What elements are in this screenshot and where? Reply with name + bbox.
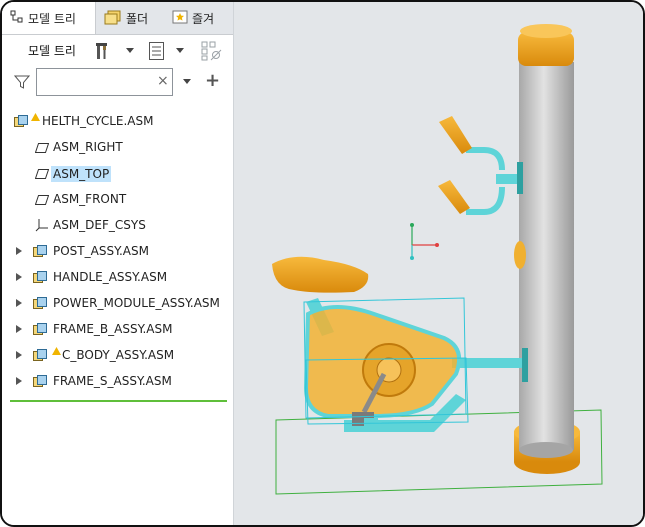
assembly-icon xyxy=(33,271,47,283)
tree-item-frame-s-assy[interactable]: FRAME_S_ASSY.ASM xyxy=(2,369,233,395)
tree-item-asm-front[interactable]: ASM_FRONT xyxy=(2,187,233,213)
expand-arrow-icon[interactable] xyxy=(16,247,22,255)
tree-item-label: FRAME_B_ASSY.ASM xyxy=(53,322,173,336)
chevron-down-icon[interactable] xyxy=(126,48,134,53)
chevron-down-icon[interactable] xyxy=(183,79,191,84)
expand-arrow-icon[interactable] xyxy=(16,351,22,359)
datum-plane-icon xyxy=(35,143,49,153)
tab-model-tree[interactable]: 모델 트리 xyxy=(2,2,96,34)
csys-icon xyxy=(35,219,48,232)
tree-item-asm-top[interactable]: ASM_TOP xyxy=(2,161,233,187)
tools-icon[interactable] xyxy=(94,41,114,65)
expand-arrow-icon[interactable] xyxy=(16,325,22,333)
model-graphics[interactable] xyxy=(234,2,643,525)
add-icon[interactable]: + xyxy=(205,70,220,91)
warning-icon xyxy=(52,347,61,355)
model-tree-icon xyxy=(10,10,24,27)
assembly-icon xyxy=(33,323,47,335)
tab-label: 즐겨 xyxy=(192,11,215,26)
assembly-icon xyxy=(33,375,47,387)
tension-knob[interactable] xyxy=(514,241,526,269)
tab-folder[interactable]: 폴더 xyxy=(104,2,164,34)
datum-plane-icon xyxy=(35,169,49,179)
handle-assembly[interactable] xyxy=(438,116,523,215)
model-tree-toolbar: 모델 트리 xyxy=(2,35,233,65)
clear-icon[interactable]: × xyxy=(157,73,169,89)
tree-item-label: C_BODY_ASSY.ASM xyxy=(62,348,175,362)
model-tree-label: 모델 트리 xyxy=(28,44,76,58)
assembly-icon xyxy=(33,245,47,257)
panel-tabbar: 모델 트리 폴더 즐겨 xyxy=(2,2,233,35)
search-input[interactable] xyxy=(36,68,173,96)
assembly-icon xyxy=(14,115,28,127)
warning-icon xyxy=(31,113,40,121)
tree-item-handle-assy[interactable]: HANDLE_ASSY.ASM xyxy=(2,265,233,291)
csys-glyph xyxy=(410,223,439,260)
tab-favorites[interactable]: 즐겨 xyxy=(172,2,233,34)
drop-insert-line xyxy=(10,400,227,402)
3d-viewport[interactable] xyxy=(234,2,643,525)
tree-item-frame-b-assy[interactable]: FRAME_B_ASSY.ASM xyxy=(2,317,233,343)
expand-arrow-icon[interactable] xyxy=(16,299,22,307)
column-filter-icon[interactable] xyxy=(200,40,222,66)
tree-root[interactable]: HELTH_CYCLE.ASM xyxy=(2,109,233,135)
list-columns-icon[interactable] xyxy=(148,41,166,65)
tree-item-label: ASM_DEF_CSYS xyxy=(53,218,146,232)
expand-arrow-icon[interactable] xyxy=(16,273,22,281)
tree-item-label: FRAME_S_ASSY.ASM xyxy=(53,374,172,388)
tree-item-label: HANDLE_ASSY.ASM xyxy=(53,270,168,284)
tree-item-asm-right[interactable]: ASM_RIGHT xyxy=(2,135,233,161)
app-window: 모델 트리 폴더 즐겨 모델 트리 × + HELTH_CYCLE.ASM AS… xyxy=(0,0,645,527)
tree-item-label: ASM_RIGHT xyxy=(53,140,123,154)
tree-item-label: HELTH_CYCLE.ASM xyxy=(42,114,154,128)
tab-label: 폴더 xyxy=(126,11,149,26)
funnel-icon[interactable] xyxy=(13,74,31,94)
tab-label: 모델 트리 xyxy=(28,11,76,26)
c-body-assembly[interactable] xyxy=(303,305,461,426)
tree-item-asm-def-csys[interactable]: ASM_DEF_CSYS xyxy=(2,213,233,239)
assembly-icon xyxy=(33,349,47,361)
model-tree-panel: 모델 트리 폴더 즐겨 모델 트리 × + HELTH_CYCLE.ASM AS… xyxy=(2,2,234,525)
datum-plane-icon xyxy=(35,195,49,205)
search-row: × + xyxy=(2,68,233,98)
tree-item-label: ASM_FRONT xyxy=(53,192,127,206)
chevron-down-icon[interactable] xyxy=(176,48,184,53)
tree-item-power-module-assy[interactable]: POWER_MODULE_ASSY.ASM xyxy=(2,291,233,317)
tree-item-label: POST_ASSY.ASM xyxy=(53,244,149,258)
tree-item-label: ASM_TOP xyxy=(51,166,112,182)
assembly-icon xyxy=(33,297,47,309)
folder-icon xyxy=(104,9,122,28)
tree-item-c-body-assy[interactable]: C_BODY_ASSY.ASM xyxy=(2,343,233,369)
expand-arrow-icon[interactable] xyxy=(16,377,22,385)
favorites-icon xyxy=(172,9,188,28)
tree-item-post-assy[interactable]: POST_ASSY.ASM xyxy=(2,239,233,265)
tree-item-label: POWER_MODULE_ASSY.ASM xyxy=(53,296,220,310)
